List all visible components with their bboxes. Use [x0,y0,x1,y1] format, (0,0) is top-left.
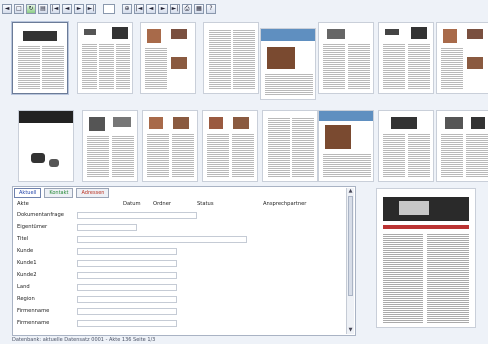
back-icon[interactable]: ◄ [2,3,12,14]
page-thumbnail[interactable] [142,110,198,182]
titel-field[interactable] [77,235,247,243]
form-row: Kunde1 [17,258,177,268]
form-row: Kunde2 [17,270,177,280]
form-row: Land [17,282,177,292]
form-header-label: Akte [17,201,29,207]
column-header-ordner: Ordner [153,201,172,207]
field-label: Eigentümer [17,224,48,230]
form-row: Firmenname [17,318,177,328]
next2-icon[interactable]: ► [158,3,168,14]
field-label: Kunde2 [17,272,37,278]
firmenname-field[interactable] [77,307,177,315]
print-icon[interactable]: ⎙ [182,3,192,14]
first-icon[interactable]: |◄ [50,3,60,14]
kunde-field[interactable] [77,247,177,255]
field-label: Dokumentanfrage [17,212,64,218]
help-icon[interactable]: ? [206,3,216,14]
form-row: Firmenname [17,306,177,316]
status-bar: Datenbank: aktuelle Datensatz 0001 - Akt… [12,337,156,343]
page-preview[interactable] [376,188,476,328]
tab-adressen[interactable]: Adressen [76,188,110,198]
firmenname2-field[interactable] [77,319,177,327]
page-thumbnail[interactable] [260,28,316,100]
page-thumbnail[interactable] [140,22,196,94]
eigentuemer-field[interactable] [77,223,137,231]
scroll-down-icon[interactable]: ▼ [347,327,354,334]
field-label: Titel [17,236,29,242]
page-thumbnail[interactable] [77,22,133,94]
page-thumbnail[interactable] [82,110,138,182]
tab-bar: Aktuell Kontakt Adressen [14,188,110,198]
form-row: Region [17,294,177,304]
field-label: Region [17,296,35,302]
grid-icon[interactable]: ▦ [194,3,204,14]
refresh-icon[interactable]: ↻ [26,3,36,14]
page-thumbnail[interactable] [436,22,488,94]
scroll-up-icon[interactable]: ▲ [347,188,354,195]
page-thumbnail[interactable] [203,22,259,94]
last-icon[interactable]: ►| [86,3,96,14]
last2-icon[interactable]: ►| [170,3,180,14]
page-thumbnail[interactable] [262,110,318,182]
column-header-status: Status [197,201,214,207]
region-field[interactable] [77,295,177,303]
dokumentanfrage-field[interactable] [77,211,197,219]
page-icon[interactable]: □ [14,3,24,14]
kunde1-field[interactable] [77,259,177,267]
form-row: Kunde [17,246,177,256]
page-thumbnail[interactable] [202,110,258,182]
metadata-form-panel: Aktuell Kontakt Adressen Akte Datum Ordn… [12,186,356,336]
tab-aktuell[interactable]: Aktuell [14,188,42,198]
prev-icon[interactable]: ◄ [62,3,72,14]
scroll-thumb[interactable] [348,196,353,296]
page-thumbnail[interactable] [12,22,68,94]
column-header-datum: Datum [123,201,141,207]
field-label: Land [17,284,30,290]
tab-kontakt[interactable]: Kontakt [44,188,74,198]
next-icon[interactable]: ► [74,3,84,14]
page-thumbnail[interactable] [378,110,434,182]
page-thumbnail[interactable] [378,22,434,94]
toolbar: ◄ □ ↻ ▤ |◄ ◄ ► ►| ⊕ |◄ ◄ ► ►| ⎙ ▦ ? [2,2,486,15]
field-label: Kunde1 [17,260,37,266]
first2-icon[interactable]: |◄ [134,3,144,14]
prev2-icon[interactable]: ◄ [146,3,156,14]
column-header-ansprechpartner: Ansprechpartner [263,201,307,207]
form-row: Dokumentanfrage [17,210,197,220]
page-thumbnail[interactable] [436,110,488,182]
page-number-input[interactable] [103,3,115,14]
form-row: Titel [17,234,247,244]
zoom-icon[interactable]: ⊕ [122,3,132,14]
kunde2-field[interactable] [77,271,177,279]
save-icon[interactable]: ▤ [38,3,48,14]
field-label: Firmenname [17,320,50,326]
field-label: Firmenname [17,308,50,314]
field-label: Kunde [17,248,34,254]
page-thumbnail[interactable] [18,110,74,182]
form-row: Eigentümer [17,222,137,232]
land-field[interactable] [77,283,177,291]
form-scrollbar[interactable]: ▲ ▼ [346,188,354,334]
page-thumbnail[interactable] [318,110,374,182]
page-thumbnail[interactable] [318,22,374,94]
